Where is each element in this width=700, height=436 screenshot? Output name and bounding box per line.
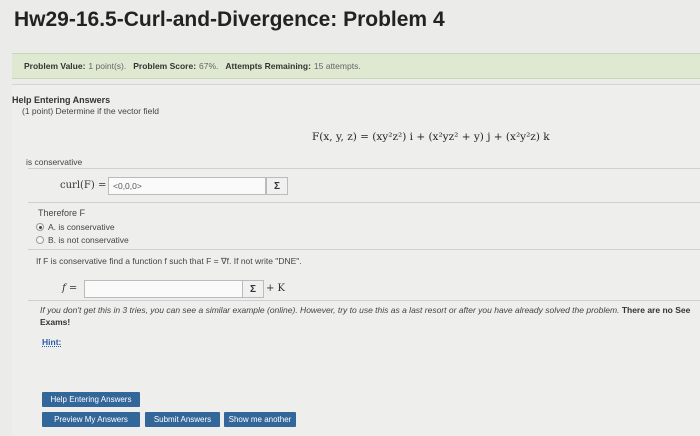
page-title: Hw29-16.5-Curl-and-Divergence: Problem 4 bbox=[14, 8, 445, 31]
help-heading: Help Entering Answers bbox=[12, 95, 111, 105]
problem-score: 67%. bbox=[199, 61, 219, 71]
problem-info-bar: Problem Value: 1 point(s). Problem Score… bbox=[12, 53, 700, 79]
problem-value: 1 point(s). bbox=[88, 61, 127, 71]
f-equation-editor-button[interactable]: Σ bbox=[242, 280, 264, 298]
attempts-remaining: 15 attempts. bbox=[313, 61, 361, 71]
problem-page: Hw29-16.5-Curl-and-Divergence: Problem 4… bbox=[0, 0, 700, 436]
radio-button[interactable] bbox=[36, 236, 44, 244]
hint-link[interactable]: Hint: bbox=[42, 337, 61, 347]
vector-field-formula: F(x, y, z) = (xy²z²) i + (x²yz² + y) j +… bbox=[312, 131, 550, 143]
find-function-text: If F is conservative find a function f s… bbox=[36, 256, 302, 266]
help-entering-answers-button[interactable]: Help Entering Answers bbox=[42, 392, 140, 407]
attempts-warning: If you don't get this in 3 tries, you ca… bbox=[40, 304, 700, 328]
problem-score-label: Problem Score: bbox=[133, 61, 197, 71]
plus-k-label: + K bbox=[266, 283, 286, 294]
choice-label: B. is not conservative bbox=[48, 235, 129, 245]
curl-answer-input[interactable]: <0,0,0> bbox=[108, 177, 266, 195]
choice-label: A. is conservative bbox=[48, 222, 115, 232]
curl-equation-editor-button[interactable]: Σ bbox=[266, 177, 288, 195]
f-label: f = bbox=[62, 283, 78, 294]
divider bbox=[28, 300, 700, 301]
therefore-label: Therefore F bbox=[38, 208, 86, 218]
warning-text: If you don't get this in 3 tries, you ca… bbox=[40, 305, 620, 315]
is-conservative-text: is conservative bbox=[26, 157, 83, 167]
attempts-remaining-label: Attempts Remaining: bbox=[225, 61, 311, 71]
divider bbox=[28, 202, 700, 203]
submit-answers-button[interactable]: Submit Answers bbox=[145, 412, 220, 427]
show-me-another-button[interactable]: Show me another bbox=[224, 412, 296, 427]
divider bbox=[28, 249, 700, 250]
radio-button-checked[interactable] bbox=[36, 223, 44, 231]
choice-not-conservative[interactable]: B. is not conservative bbox=[36, 235, 129, 245]
problem-value-label: Problem Value: bbox=[24, 61, 86, 71]
preview-answers-button[interactable]: Preview My Answers bbox=[42, 412, 140, 427]
divider bbox=[28, 168, 700, 169]
question-text: (1 point) Determine if the vector field bbox=[22, 106, 160, 116]
choice-conservative[interactable]: A. is conservative bbox=[36, 222, 115, 232]
potential-function-input[interactable] bbox=[84, 280, 244, 298]
curl-label: curl(F) = bbox=[60, 180, 107, 191]
